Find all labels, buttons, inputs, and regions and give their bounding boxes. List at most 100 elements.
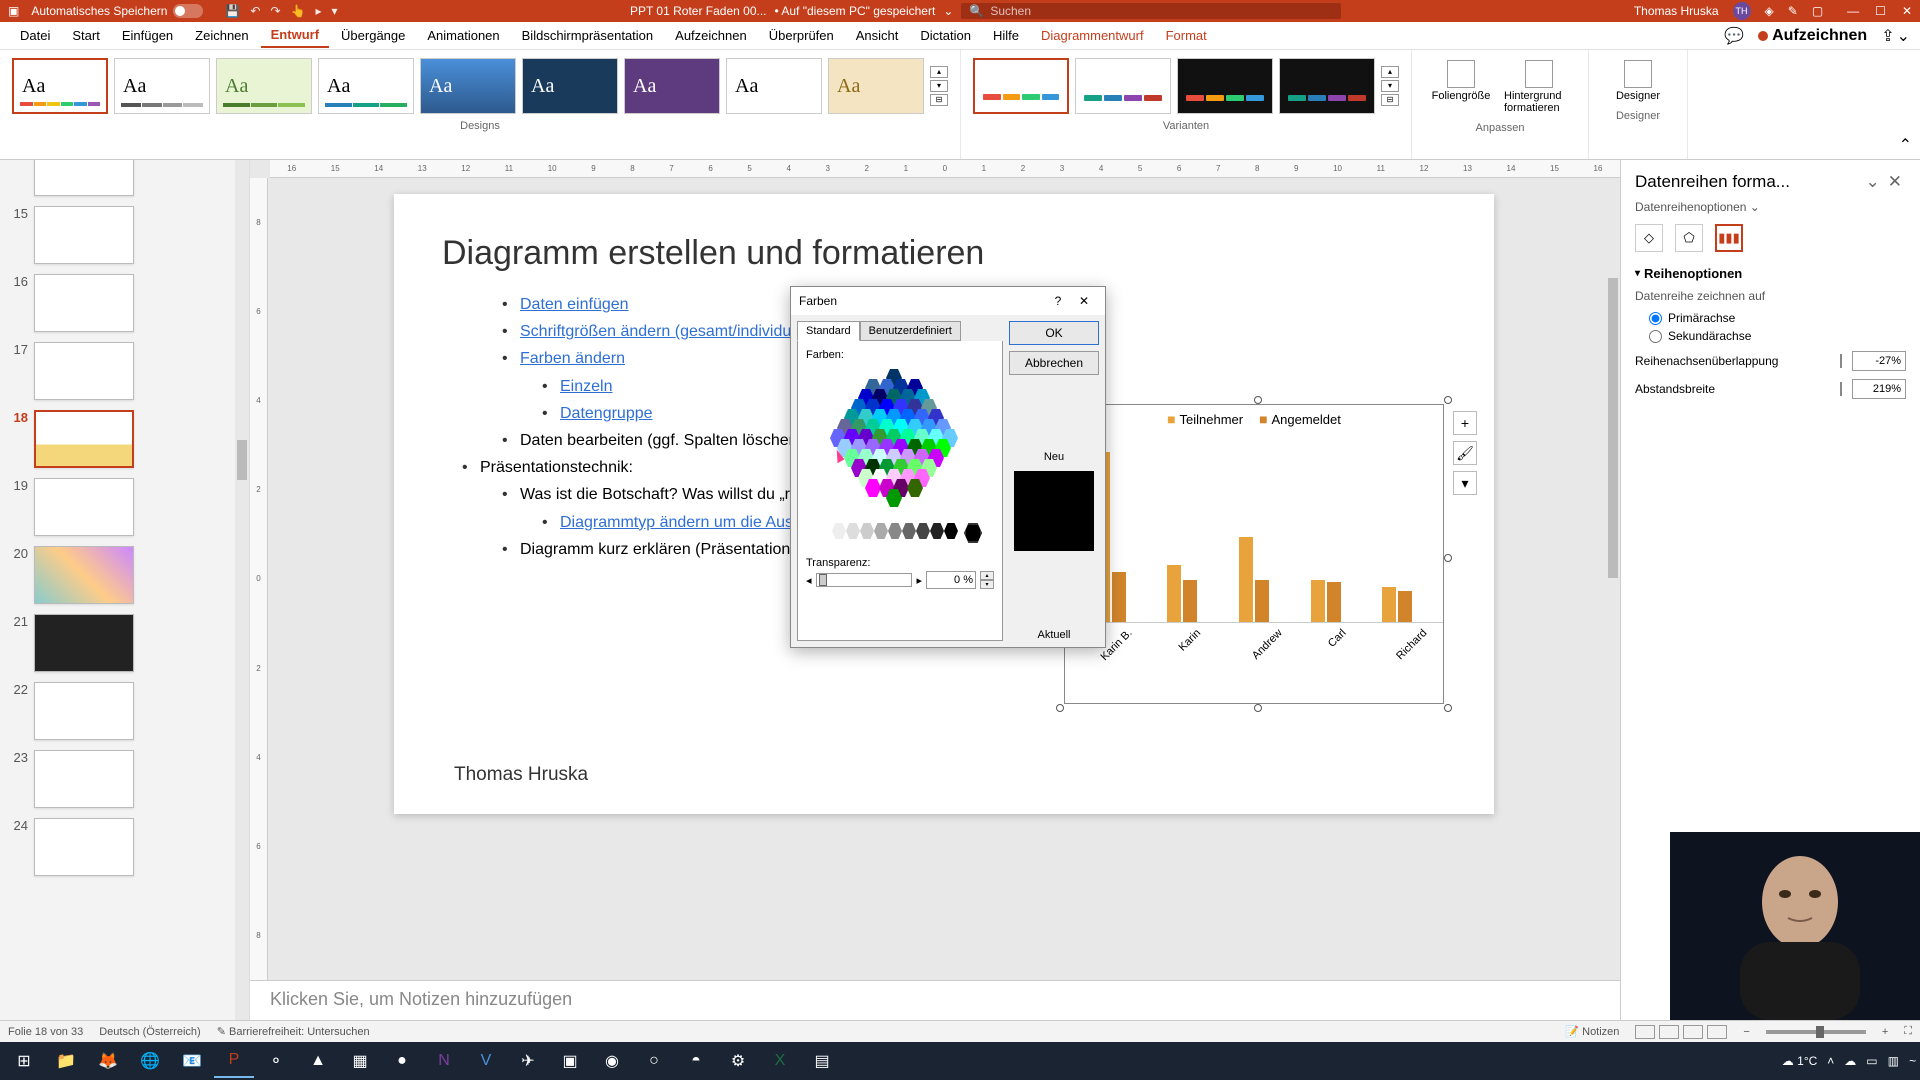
settings-icon[interactable]: ⚙ xyxy=(718,1044,758,1078)
slide-thumbnails[interactable]: 15 16 17 18 19 20 21 22 23 24 xyxy=(0,160,250,1020)
tray-icon-2[interactable]: ▥ xyxy=(1888,1054,1899,1068)
redo-icon[interactable]: ↷ xyxy=(270,4,280,18)
minimize-icon[interactable]: — xyxy=(1847,4,1859,18)
dialog-help-icon[interactable]: ? xyxy=(1045,294,1071,308)
save-status[interactable]: • Auf "diesem PC" gespeichert xyxy=(775,4,936,18)
grayscale-row[interactable] xyxy=(806,523,994,543)
radio-primary[interactable]: Primärachse xyxy=(1649,311,1906,325)
designer-button[interactable]: Designer xyxy=(1603,60,1673,102)
fit-icon[interactable]: ⛶ xyxy=(1904,1025,1912,1038)
ruler-vertical[interactable]: 864202468 xyxy=(250,178,268,980)
variant-down-icon[interactable]: ▾ xyxy=(1381,80,1399,92)
design-thumb-6[interactable]: Aa xyxy=(522,58,618,114)
undo-icon[interactable]: ↶ xyxy=(250,4,260,18)
tab-aufzeichnen[interactable]: Aufzeichnen xyxy=(665,24,757,47)
editor-scrollbar-v[interactable] xyxy=(1606,178,1620,980)
design-thumb-8[interactable]: Aa xyxy=(726,58,822,114)
present-icon[interactable]: ▸ xyxy=(315,4,321,18)
trans-up-icon[interactable]: ▴ xyxy=(980,571,994,580)
file-name[interactable]: PPT 01 Roter Faden 00... xyxy=(630,4,767,18)
notes-pane[interactable]: Klicken Sie, um Notizen hinzuzufügen xyxy=(250,980,1620,1020)
tab-uebergaenge[interactable]: Übergänge xyxy=(331,24,415,47)
view-sorter-icon[interactable] xyxy=(1659,1025,1679,1039)
cancel-button[interactable]: Abbrechen xyxy=(1009,351,1099,375)
diamond-icon[interactable]: ◈ xyxy=(1765,4,1774,18)
thumb-15[interactable] xyxy=(34,206,134,264)
tab-custom[interactable]: Benutzerdefiniert xyxy=(860,321,961,341)
thumbs-scrollbar[interactable] xyxy=(235,160,249,1020)
notes-toggle[interactable]: 📝 Notizen xyxy=(1565,1025,1619,1038)
tray-up-icon[interactable]: ˄ xyxy=(1827,1054,1834,1068)
app-icon-6[interactable]: ◉ xyxy=(592,1044,632,1078)
gallery-down-icon[interactable]: ▾ xyxy=(930,80,948,92)
tab-ueberpruefen[interactable]: Überprüfen xyxy=(759,24,844,47)
tab-start[interactable]: Start xyxy=(62,24,109,47)
onenote-icon[interactable]: N xyxy=(424,1044,464,1078)
tab-einfuegen[interactable]: Einfügen xyxy=(112,24,183,47)
view-normal-icon[interactable] xyxy=(1635,1025,1655,1039)
thumb-20[interactable] xyxy=(34,546,134,604)
gallery-up-icon[interactable]: ▴ xyxy=(930,66,948,78)
outlook-icon[interactable]: 📧 xyxy=(172,1044,212,1078)
explorer-icon[interactable]: 📁 xyxy=(46,1044,86,1078)
zoom-out-icon[interactable]: − xyxy=(1743,1026,1749,1038)
dialog-close-icon[interactable]: ✕ xyxy=(1071,294,1097,308)
tab-hilfe[interactable]: Hilfe xyxy=(983,24,1029,47)
app-icon-4[interactable]: V xyxy=(466,1044,506,1078)
variant-2[interactable] xyxy=(1075,58,1171,114)
tab-bildschirm[interactable]: Bildschirmpräsentation xyxy=(512,24,664,47)
color-hexagon[interactable] xyxy=(820,369,980,509)
chrome-icon[interactable]: 🌐 xyxy=(130,1044,170,1078)
tab-animationen[interactable]: Animationen xyxy=(417,24,509,47)
chart-brush-icon[interactable]: 🖌 xyxy=(1453,441,1477,465)
ruler-horizontal[interactable]: 1615141312111098765432101234567891011121… xyxy=(270,160,1620,178)
onedrive-icon[interactable]: ☁ xyxy=(1844,1054,1856,1068)
user-name[interactable]: Thomas Hruska xyxy=(1634,4,1719,18)
variant-1[interactable] xyxy=(973,58,1069,114)
share-icon[interactable]: ⇪ xyxy=(1881,26,1894,46)
variant-up-icon[interactable]: ▴ xyxy=(1381,66,1399,78)
tab-standard[interactable]: Standard xyxy=(797,321,860,341)
language[interactable]: Deutsch (Österreich) xyxy=(99,1026,200,1038)
zoom-slider[interactable] xyxy=(1766,1030,1866,1034)
collapse-icon[interactable]: ⌃ xyxy=(1891,131,1920,159)
overlap-slider[interactable] xyxy=(1840,354,1852,368)
signature-icon[interactable]: ~ xyxy=(1909,1054,1916,1068)
app-icon-3[interactable]: ● xyxy=(382,1044,422,1078)
radio-secondary[interactable]: Sekundärachse xyxy=(1649,329,1906,343)
trans-left-icon[interactable]: ◂ xyxy=(806,574,812,587)
excel-icon[interactable]: X xyxy=(760,1044,800,1078)
tab-zeichnen[interactable]: Zeichnen xyxy=(185,24,258,47)
weather[interactable]: ☁ 1°C xyxy=(1782,1054,1817,1068)
app-icon-7[interactable]: ○ xyxy=(634,1044,674,1078)
pen-icon[interactable]: ✎ xyxy=(1788,4,1798,18)
app-icon-8[interactable]: ◓ xyxy=(676,1044,716,1078)
comments-icon[interactable]: 💬 xyxy=(1724,26,1744,46)
gap-slider[interactable] xyxy=(1840,382,1852,396)
app-icon-2[interactable]: ▦ xyxy=(340,1044,380,1078)
accessibility[interactable]: ✎ Barrierefreiheit: Untersuchen xyxy=(217,1025,370,1038)
start-button[interactable]: ⊞ xyxy=(4,1044,44,1078)
fill-icon[interactable]: ◇ xyxy=(1635,224,1663,252)
maximize-icon[interactable]: ☐ xyxy=(1875,4,1886,18)
powerpoint-icon[interactable]: P xyxy=(214,1044,254,1078)
autosave-toggle[interactable]: Automatisches Speichern xyxy=(31,4,203,18)
app-icon-9[interactable]: ▤ xyxy=(802,1044,842,1078)
design-thumb-2[interactable]: Aa xyxy=(114,58,210,114)
qat-more-icon[interactable]: ▾ xyxy=(331,4,337,18)
thumb-23[interactable] xyxy=(34,750,134,808)
telegram-icon[interactable]: ✈ xyxy=(508,1044,548,1078)
firefox-icon[interactable]: 🦊 xyxy=(88,1044,128,1078)
variant-4[interactable] xyxy=(1279,58,1375,114)
thumb-21[interactable] xyxy=(34,614,134,672)
tab-ansicht[interactable]: Ansicht xyxy=(846,24,909,47)
thumb-19[interactable] xyxy=(34,478,134,536)
slide-counter[interactable]: Folie 18 von 33 xyxy=(8,1026,83,1038)
pane-sub-dropdown[interactable]: Datenreihenoptionen ⌄ xyxy=(1635,200,1906,214)
pane-dropdown-icon[interactable]: ⌄ xyxy=(1862,172,1884,192)
search-box[interactable]: 🔍 Suchen xyxy=(961,3,1341,19)
thumb-18[interactable] xyxy=(34,410,134,468)
app-icon-1[interactable]: ⚬ xyxy=(256,1044,296,1078)
window-icon[interactable]: ▢ xyxy=(1812,4,1823,18)
chart[interactable]: Teilnehmer Angemeldet Karin B.KarinAndre… xyxy=(1064,404,1444,704)
